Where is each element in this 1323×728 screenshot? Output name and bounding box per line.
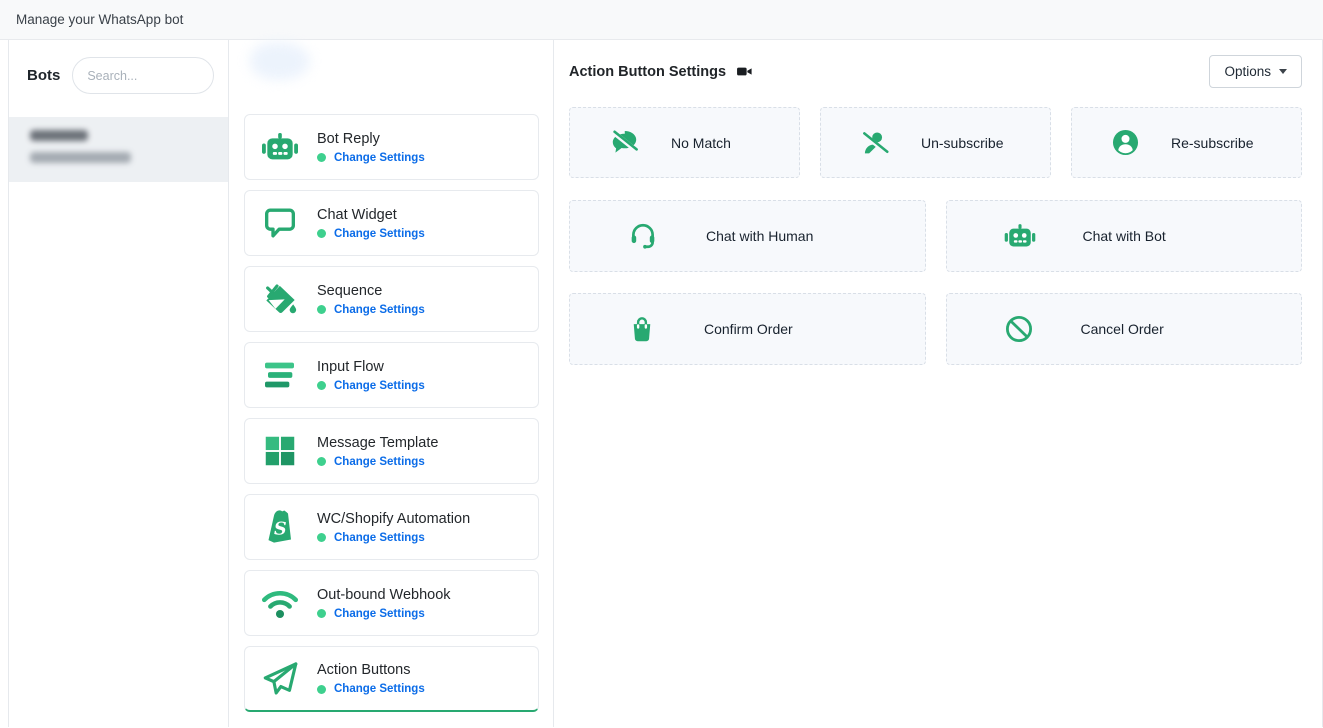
topbar: Manage your WhatsApp bot [0, 0, 1323, 40]
feature-title: Sequence [317, 283, 425, 299]
shopping-bag-icon [626, 313, 658, 345]
change-settings-link[interactable]: Change Settings [334, 380, 425, 392]
robot-icon [257, 124, 303, 170]
options-label: Options [1224, 64, 1271, 79]
feature-card-message-template[interactable]: Message Template Change Settings [244, 418, 539, 484]
status-dot [317, 685, 326, 694]
person-slash-icon [859, 127, 891, 159]
change-settings-link[interactable]: Change Settings [334, 532, 425, 544]
feature-title: Input Flow [317, 359, 425, 375]
feature-title: Action Buttons [317, 662, 425, 678]
redacted-bot-name [30, 130, 88, 141]
feature-card-sequence[interactable]: Sequence Change Settings [244, 266, 539, 332]
svg-text:S: S [274, 520, 287, 540]
action-card-chat-with-human[interactable]: Chat with Human [569, 200, 926, 272]
feature-title: Chat Widget [317, 207, 425, 223]
feature-title: Bot Reply [317, 131, 425, 147]
headset-icon [626, 219, 660, 253]
action-card-no-match[interactable]: No Match [569, 107, 800, 178]
chat-slash-icon [608, 126, 641, 159]
paint-bucket-icon [257, 276, 303, 322]
action-label: Re-subscribe [1171, 135, 1253, 151]
person-circle-icon [1110, 127, 1141, 158]
action-label: Cancel Order [1081, 321, 1164, 337]
paper-plane-icon [257, 656, 303, 702]
feature-card-chat-widget[interactable]: Chat Widget Change Settings [244, 190, 539, 256]
video-camera-icon[interactable] [736, 63, 753, 80]
change-settings-link[interactable]: Change Settings [334, 228, 425, 240]
redacted-bot-phone [30, 152, 131, 163]
action-label: Chat with Bot [1083, 228, 1166, 244]
feature-card-bot-reply[interactable]: Bot Reply Change Settings [244, 114, 539, 180]
action-card-confirm-order[interactable]: Confirm Order [569, 293, 926, 365]
robot-icon [1003, 219, 1037, 253]
bots-title: Bots [27, 67, 60, 84]
action-label: Confirm Order [704, 321, 793, 337]
status-dot [317, 305, 326, 314]
action-button-settings-panel: Action Button Settings Options [554, 40, 1322, 727]
panel-header: Action Button Settings Options [569, 55, 1302, 88]
feature-title: Out-bound Webhook [317, 587, 451, 603]
ban-icon [1003, 313, 1035, 345]
feature-list: Bot Reply Change Settings Chat Widget Ch… [229, 40, 554, 727]
feature-title: WC/Shopify Automation [317, 511, 470, 527]
page-title: Manage your WhatsApp bot [16, 12, 183, 27]
feature-card-action-buttons[interactable]: Action Buttons Change Settings [244, 646, 539, 712]
options-button[interactable]: Options [1209, 55, 1302, 88]
status-dot [317, 153, 326, 162]
status-dot [317, 229, 326, 238]
action-label: Un-subscribe [921, 135, 1003, 151]
bots-search-input[interactable] [72, 57, 214, 94]
action-label: Chat with Human [706, 228, 813, 244]
grid-icon [257, 428, 303, 474]
action-card-cancel-order[interactable]: Cancel Order [946, 293, 1303, 365]
wifi-icon [257, 580, 303, 626]
feature-card-wc-shopify[interactable]: S WC/Shopify Automation Change Settings [244, 494, 539, 560]
change-settings-link[interactable]: Change Settings [334, 304, 425, 316]
feature-title: Message Template [317, 435, 438, 451]
action-card-unsubscribe[interactable]: Un-subscribe [820, 107, 1051, 178]
change-settings-link[interactable]: Change Settings [334, 456, 425, 468]
panel-title: Action Button Settings [569, 64, 726, 80]
bots-sidebar: Bots [9, 40, 229, 727]
feature-card-input-flow[interactable]: Input Flow Change Settings [244, 342, 539, 408]
bots-header: Bots [9, 40, 228, 111]
bars-icon [257, 352, 303, 398]
shopify-bag-icon: S [257, 504, 303, 550]
status-dot [317, 381, 326, 390]
main-frame: Bots [8, 40, 1323, 727]
change-settings-link[interactable]: Change Settings [334, 683, 425, 695]
chevron-down-icon [1279, 69, 1287, 74]
blurred-avatar [250, 42, 310, 80]
change-settings-link[interactable]: Change Settings [334, 152, 425, 164]
feature-card-outbound-webhook[interactable]: Out-bound Webhook Change Settings [244, 570, 539, 636]
change-settings-link[interactable]: Change Settings [334, 608, 425, 620]
action-card-chat-with-bot[interactable]: Chat with Bot [946, 200, 1303, 272]
status-dot [317, 609, 326, 618]
status-dot [317, 457, 326, 466]
action-label: No Match [671, 135, 731, 151]
bot-list-item-selected[interactable] [9, 117, 228, 182]
chat-bubble-icon [257, 200, 303, 246]
status-dot [317, 533, 326, 542]
action-card-resubscribe[interactable]: Re-subscribe [1071, 107, 1302, 178]
